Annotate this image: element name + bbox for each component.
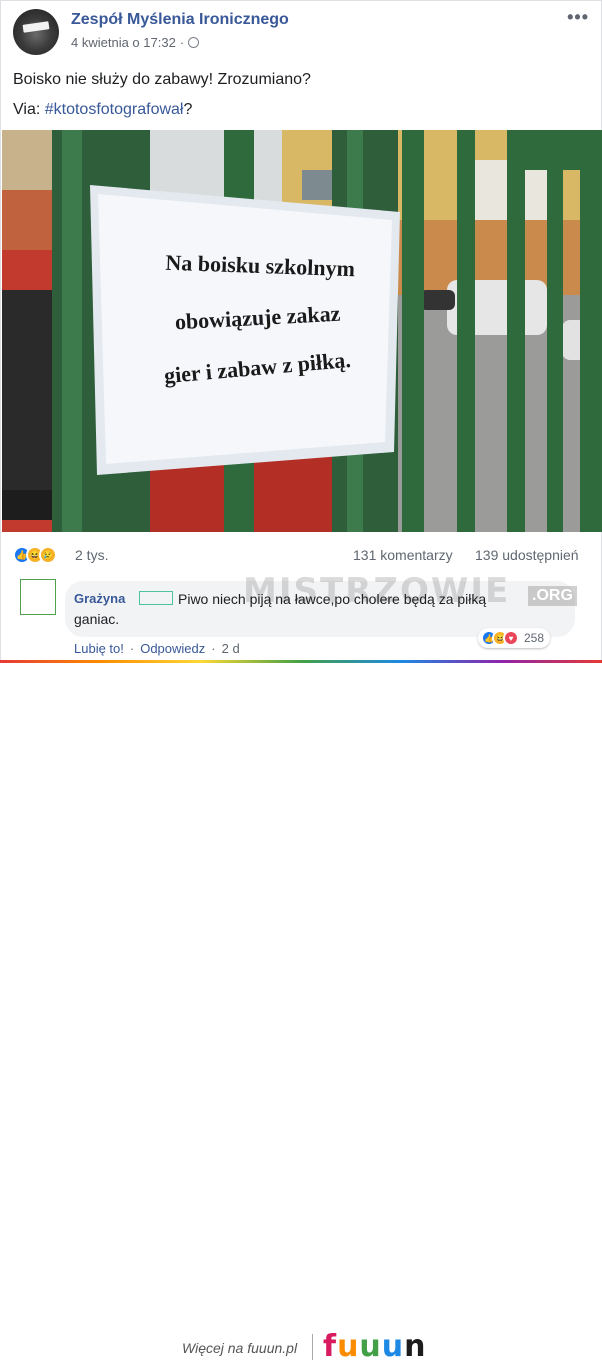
more-options-icon[interactable]: ••• [567,7,589,28]
post-text-line: Boisko nie służy do zabawy! Zrozumiano? [13,71,311,88]
comment-reactions[interactable]: 👍 😆 ♥ 258 [478,628,551,648]
via-label: Via: [13,101,45,118]
logo-letter: u [381,1329,405,1364]
site-logo[interactable]: fuuun [323,1329,427,1364]
post-meta: 4 kwietnia o 17:32 · [71,35,200,50]
reaction-count[interactable]: 2 tys. [75,547,108,563]
comment-like-link[interactable]: Lubię to! [74,641,124,656]
hashtag-link[interactable]: #ktotosfotografował [45,101,184,118]
commenter-name-link[interactable]: Grażyna [74,591,125,606]
reaction-icons[interactable]: 👍 😆 😢 [13,546,57,564]
post-via-line: Via: #ktotosfotografował? [13,95,311,125]
logo-letter: u [337,1329,360,1364]
globe-icon [188,37,200,48]
post-card: Zespół Myślenia Ironicznego 4 kwietnia o… [0,0,602,662]
via-suffix: ? [183,101,193,118]
action-separator: · [211,641,216,656]
footer-separator [312,1334,313,1360]
photo-illustration: Na boisku szkolnym obowiązuje zakaz gier… [2,130,602,532]
comment-age[interactable]: 2 d [222,641,240,656]
site-footer: Więcej na fuuun.pl fuuun [0,663,602,1364]
commenter-avatar[interactable] [20,579,56,615]
meta-separator: · [179,35,185,50]
comment-text-line-2: ganiac. [74,611,120,627]
love-icon: ♥ [503,630,519,646]
comment-text-line-1: Piwo niech piją na ławce,po cholere będą… [178,591,487,607]
logo-letter: u [359,1329,382,1364]
sad-icon: 😢 [39,546,57,564]
comments-count[interactable]: 131 komentarzy [353,547,453,563]
post-photo[interactable]: Na boisku szkolnym obowiązuje zakaz gier… [2,130,602,532]
logo-letter: n [404,1329,427,1364]
watermark-suffix: .ORG [528,586,577,606]
page-name-link[interactable]: Zespół Myślenia Ironicznego [71,11,289,29]
comment-actions: Lubię to! · Odpowiedz · 2 d [74,641,240,656]
shares-count[interactable]: 139 udostępnień [475,547,579,563]
post-timestamp[interactable]: 4 kwietnia o 17:32 [71,35,176,50]
post-text: Boisko nie służy do zabawy! Zrozumiano? … [13,65,311,125]
page-avatar[interactable] [13,9,59,55]
action-separator: · [129,641,135,656]
commenter-badge-icon [139,591,173,605]
comment-reply-link[interactable]: Odpowiedz [140,641,205,656]
logo-letter: f [323,1329,338,1364]
more-link[interactable]: Więcej na fuuun.pl [182,1340,297,1356]
comment-reaction-count: 258 [524,631,545,645]
